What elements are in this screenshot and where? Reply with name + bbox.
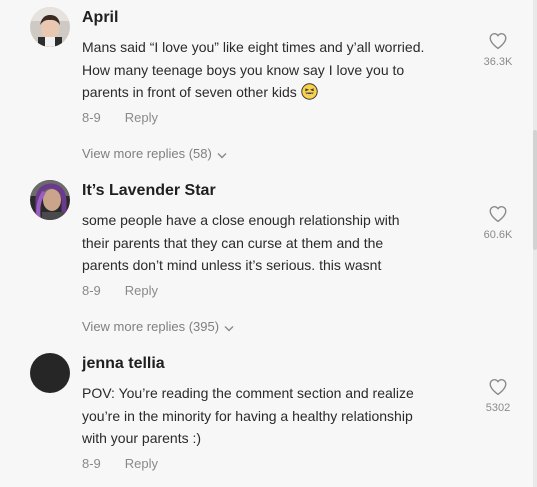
comment-text-line: parents don’t mind unless it’s serious. …	[82, 257, 382, 273]
comment-text: Mans said “I love you” like eight times …	[82, 36, 477, 107]
comment-meta: 8-9 Reply	[82, 283, 158, 298]
comment-text-line: you’re in the minority for having a heal…	[82, 407, 413, 424]
comment-text-span: parents in front of seven other kids	[82, 84, 297, 100]
comment-username[interactable]: April	[82, 9, 118, 27]
like-count: 36.3K	[483, 56, 513, 68]
comment-text-line: POV: You’re reading the comment section …	[82, 385, 414, 401]
comment-text-line: with your parents :)	[82, 430, 202, 446]
like-button[interactable]: 5302	[478, 378, 518, 414]
like-count: 5302	[485, 402, 511, 414]
view-more-replies[interactable]: View more replies (395)	[82, 319, 234, 335]
comment-date: 8-9	[82, 456, 101, 471]
reply-button[interactable]: Reply	[125, 283, 158, 298]
like-button[interactable]: 60.6K	[478, 205, 518, 241]
reply-button[interactable]: Reply	[125, 110, 158, 125]
comment-date: 8-9	[82, 283, 101, 298]
comment-meta: 8-9 Reply	[82, 456, 158, 471]
like-button[interactable]: 36.3K	[478, 32, 518, 68]
comment-text-line: How many teenage boys you know say I lov…	[82, 61, 405, 78]
avatar[interactable]	[30, 353, 70, 393]
heart-outline-icon	[489, 32, 507, 50]
view-more-label: View more replies (58)	[82, 146, 212, 161]
like-count: 60.6K	[483, 229, 513, 241]
comment-username[interactable]: jenna tellia	[82, 355, 165, 373]
heart-outline-icon	[489, 205, 507, 223]
view-more-label: View more replies (395)	[82, 319, 220, 334]
comment-text-line: their parents that they can curse at the…	[82, 234, 384, 251]
grinning-squinting-face-emoji	[301, 83, 318, 107]
comment-text: POV: You’re reading the comment section …	[82, 382, 477, 450]
avatar[interactable]	[30, 180, 70, 220]
comment-meta: 8-9 Reply	[82, 110, 158, 125]
comment-date: 8-9	[82, 110, 101, 125]
comment-text: some people have a close enough relation…	[82, 209, 477, 277]
scrollbar-thumb[interactable]	[533, 130, 537, 250]
chevron-down-icon	[217, 147, 227, 162]
avatar[interactable]	[30, 7, 70, 47]
chevron-down-icon	[224, 320, 234, 335]
comment-username[interactable]: It’s Lavender Star	[82, 182, 216, 200]
comment-text-line: parents in front of seven other kids	[82, 81, 477, 107]
reply-button[interactable]: Reply	[125, 456, 158, 471]
comment-text-line: some people have a close enough relation…	[82, 212, 400, 228]
scrollbar-track[interactable]	[533, 0, 537, 487]
view-more-replies[interactable]: View more replies (58)	[82, 146, 227, 162]
heart-outline-icon	[489, 378, 507, 396]
comment-text-line: Mans said “I love you” like eight times …	[82, 39, 425, 55]
